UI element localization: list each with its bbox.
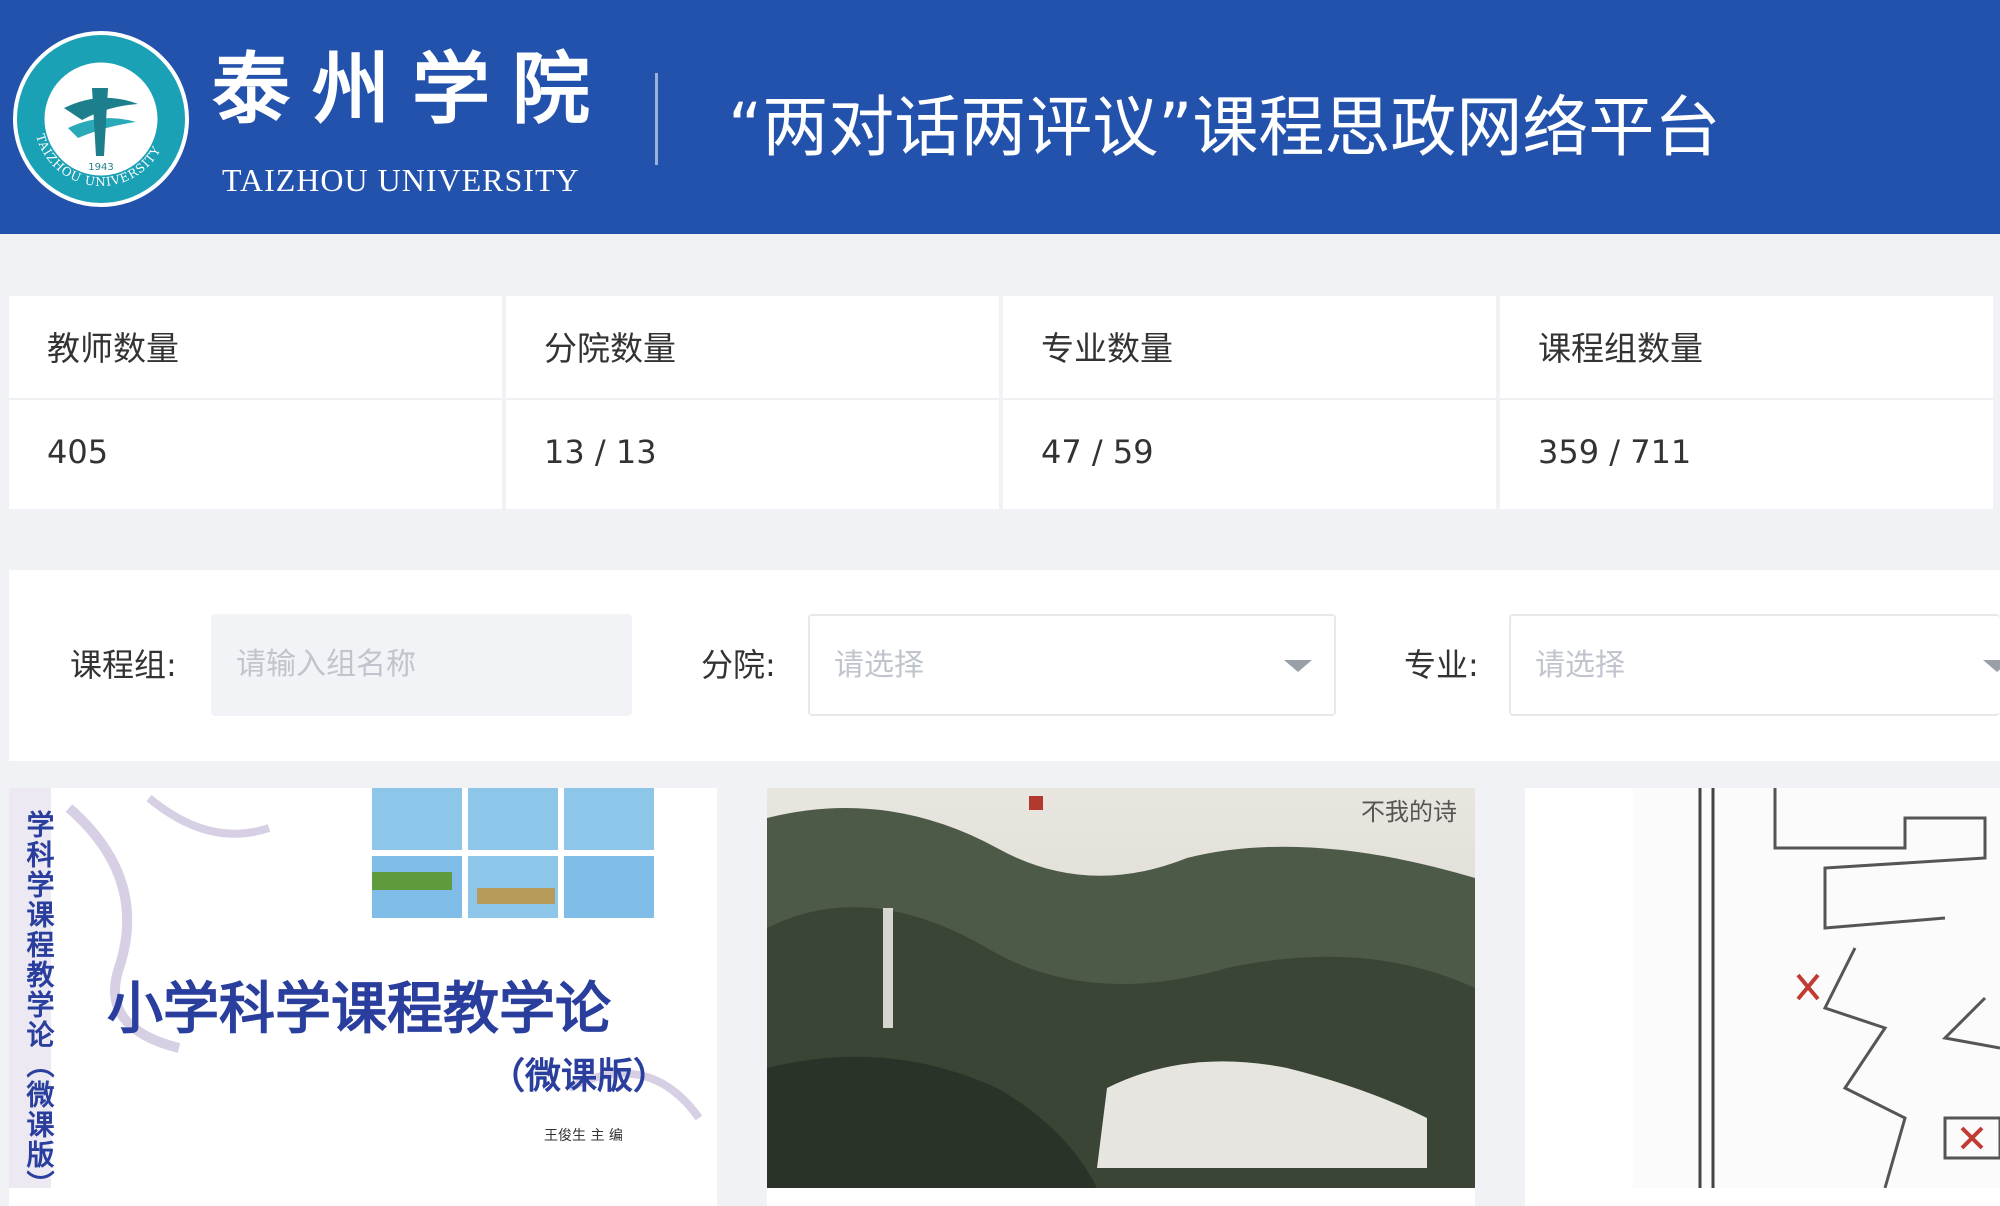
course-cover-image[interactable]: 学科学课程教学论（微课版） 小学科学课程教学论 （微课版） 王俊生 主 编: [9, 788, 717, 1188]
stats-panel: 教师数量 405 分院数量 13 / 13 专业数量 47 / 59 课程组数量…: [9, 296, 2000, 509]
stat-card-majors: 专业数量 47 / 59: [1003, 296, 1496, 509]
svg-text:1943: 1943: [88, 162, 113, 173]
course-group-label: 课程组:: [70, 646, 177, 684]
chevron-down-icon[interactable]: [1983, 660, 2000, 672]
course-card[interactable]: 不我的诗: [767, 788, 1475, 1206]
stat-value: 359 / 711: [1538, 433, 1692, 471]
course-cover-image[interactable]: 不我的诗: [767, 788, 1475, 1188]
stat-card-teachers: 教师数量 405: [9, 296, 502, 509]
course-group-input[interactable]: [236, 647, 631, 682]
site-header: 1943 TAIZHOU UNIVERSITY 泰州学院 TAIZHOU UNI…: [0, 0, 2000, 234]
stat-label: 专业数量: [1041, 329, 1173, 368]
college-select[interactable]: 请选择: [808, 614, 1336, 716]
filter-bar: 课程组: 分院: 请选择 专业: 请选择: [9, 570, 2000, 761]
stat-divider: [506, 398, 999, 400]
stat-value: 405: [47, 433, 109, 471]
course-group-field[interactable]: [211, 614, 632, 716]
major-select-placeholder: 请选择: [1535, 648, 1625, 683]
cover-title: 小学科学课程教学论: [107, 977, 612, 1042]
header-divider: [655, 73, 658, 165]
major-label: 专业:: [1404, 646, 1479, 684]
stat-label: 分院数量: [544, 329, 676, 368]
chevron-down-icon[interactable]: [1284, 660, 1312, 672]
stat-card-colleges: 分院数量 13 / 13: [506, 296, 999, 509]
college-label: 分院:: [701, 646, 776, 684]
stat-divider: [1500, 398, 1993, 400]
course-card-grid: 学科学课程教学论（微课版） 小学科学课程教学论 （微课版） 王俊生 主 编 不我…: [9, 788, 2000, 1206]
stat-card-course-groups: 课程组数量 359 / 711: [1500, 296, 1993, 509]
stat-label: 教师数量: [47, 329, 179, 368]
university-logo-icon[interactable]: 1943 TAIZHOU UNIVERSITY: [12, 30, 190, 208]
stat-divider: [9, 398, 502, 400]
stat-label: 课程组数量: [1538, 329, 1703, 368]
university-name-cn: 泰州学院: [212, 44, 613, 135]
painting-inscription: 不我的诗: [1361, 798, 1457, 826]
course-cover-image[interactable]: [1525, 788, 2000, 1188]
cover-spine-text: 学科学课程教学论（微课版）: [23, 809, 56, 1188]
university-name-en: TAIZHOU UNIVERSITY: [222, 162, 580, 198]
college-select-placeholder: 请选择: [834, 648, 924, 683]
stat-divider: [1003, 398, 1496, 400]
major-select[interactable]: 请选择: [1509, 614, 2000, 716]
cover-author: 王俊生 主 编: [544, 1128, 623, 1144]
course-card[interactable]: [1525, 788, 2000, 1206]
platform-title: “两对话两评议”课程思政网络平台: [728, 89, 1721, 166]
stat-value: 47 / 59: [1041, 433, 1154, 471]
stat-value: 13 / 13: [544, 433, 657, 471]
course-card[interactable]: 学科学课程教学论（微课版） 小学科学课程教学论 （微课版） 王俊生 主 编: [9, 788, 717, 1206]
cover-subtitle: （微课版）: [489, 1056, 669, 1097]
